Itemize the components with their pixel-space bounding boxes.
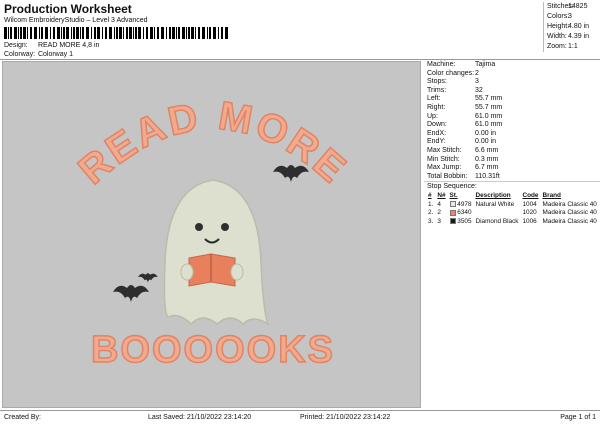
table-row: 1. 4 4978 Natural White 1004 Madeira Cla… xyxy=(428,200,597,208)
colorway-row: Colorway: Colorway 1 xyxy=(4,51,73,58)
color-swatch xyxy=(449,209,456,216)
bat-icon xyxy=(138,273,158,283)
design-row: Design: READ MORE 4,8 in xyxy=(4,42,99,49)
design-value: READ MORE 4,8 in xyxy=(37,42,100,49)
colorway-label: Colorway: xyxy=(4,51,36,58)
table-header-row: # N# St. Description Code Brand xyxy=(428,192,561,200)
booooks-text: BOOOOOKS xyxy=(91,329,335,371)
table-row: 3. 3 3505 Diamond Black 1006 Madeira Cla… xyxy=(428,217,597,225)
stat-colors: Colors:3 xyxy=(547,13,572,20)
info-color-changes: Color changes:2 xyxy=(427,69,479,77)
info-right: Right: 55.7 mm xyxy=(427,103,503,111)
info-up: Up: 61.0 mm xyxy=(427,112,503,120)
info-down: Down: 61.0 mm xyxy=(427,121,503,129)
info-max-stitch: Max Stitch: 6.6 mm xyxy=(427,146,499,154)
colorway-value: Colorway 1 xyxy=(37,51,73,58)
stop-sequence-title: Stop Sequence: xyxy=(427,183,477,191)
header-divider xyxy=(0,59,600,60)
color-swatch xyxy=(449,201,456,208)
info-endy: EndY: 0.00 in xyxy=(427,138,497,146)
embroidery-design: READ MORE BOOOOOKS xyxy=(70,93,355,372)
bat-icon xyxy=(273,165,309,182)
info-min-stitch: Min Stitch: 0.3 mm xyxy=(427,155,499,163)
ghost-eye xyxy=(195,223,203,231)
stat-zoom: Zoom:1:1 xyxy=(547,43,578,50)
info-max-jump: Max Jump: 6.7 mm xyxy=(427,164,499,172)
page-number: Page 1 of 1 xyxy=(560,414,596,421)
last-saved: Last Saved: 21/10/2022 23:14:20 xyxy=(148,414,252,421)
info-left: Left: 55.7 mm xyxy=(427,95,503,103)
bat-icon xyxy=(113,285,149,302)
table-row: 2. 2 6340 1020 Madeira Classic 40 xyxy=(428,209,597,217)
color-swatch xyxy=(449,218,456,225)
book-icon xyxy=(180,253,244,287)
created-by: Created By: xyxy=(4,414,41,421)
stat-height: Height:4.80 in xyxy=(547,23,590,30)
read-more-text: READ MORE xyxy=(70,94,355,193)
software-subtitle: Wilcom EmbroideryStudio – Level 3 Advanc… xyxy=(4,17,148,24)
page-title: Production Worksheet xyxy=(4,2,132,16)
info-endx: EndX: 0.00 in xyxy=(427,129,497,137)
stat-width: Width:4.39 in xyxy=(547,33,590,40)
ghost-eye xyxy=(221,223,229,231)
machine-info-panel: Machine: Tajima Color changes:2 Stops: 3 T… xyxy=(424,61,600,226)
info-stops: Stops: 3 xyxy=(427,78,479,86)
design-preview: READ MORE BOOOOOKS xyxy=(2,61,421,408)
info-total-bobbin: Total Bobbin: 110.31ft xyxy=(427,172,500,180)
stat-stitches: Stitches:14825 xyxy=(547,3,588,10)
design-label: Design: xyxy=(4,42,28,49)
info-machine: Machine: Tajima xyxy=(427,61,496,68)
info-trims: Trims: 32 xyxy=(427,86,483,94)
ghost-illustration xyxy=(163,179,270,326)
design-stats: Stitches:14825 Colors:3 Height:4.80 in W… xyxy=(543,2,600,52)
page-footer: Created By: Last Saved: 21/10/2022 23:14… xyxy=(0,410,600,424)
barcode xyxy=(4,27,228,39)
printed-date: Printed: 21/10/2022 23:14:22 xyxy=(300,414,391,421)
stop-sequence-table: # N# St. Description Code Brand 1. 4 497… xyxy=(426,191,599,225)
